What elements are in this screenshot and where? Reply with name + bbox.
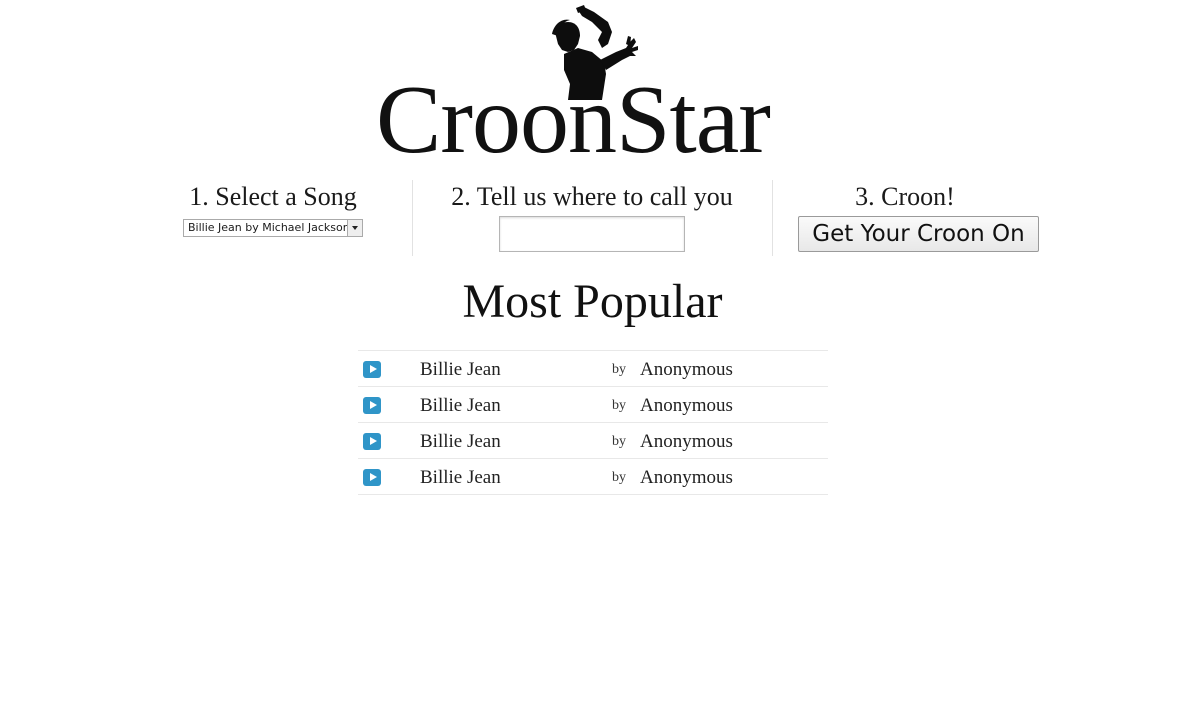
- chevron-down-icon[interactable]: [347, 220, 362, 236]
- get-your-croon-on-button[interactable]: Get Your Croon On: [798, 216, 1039, 252]
- step-divider: [772, 180, 773, 256]
- popular-song-row: Billie Jean by Anonymous: [358, 422, 828, 458]
- song-title[interactable]: Billie Jean: [420, 467, 501, 489]
- play-icon[interactable]: [363, 469, 381, 486]
- step-croon: 3. Croon! Get Your Croon On: [792, 178, 1039, 256]
- phone-input[interactable]: [499, 216, 685, 252]
- by-label: by: [612, 470, 626, 485]
- song-select[interactable]: Billie Jean by Michael Jackson: [183, 219, 363, 237]
- step-croon-title: 3. Croon!: [855, 182, 955, 211]
- most-popular-heading: Most Popular: [462, 275, 723, 328]
- song-artist: Anonymous: [640, 359, 733, 380]
- song-artist: Anonymous: [640, 431, 733, 452]
- popular-song-row: Billie Jean by Anonymous: [358, 458, 828, 495]
- site-header: CroonStar: [0, 0, 1185, 170]
- song-title[interactable]: Billie Jean: [420, 431, 501, 453]
- play-icon[interactable]: [363, 361, 381, 378]
- song-title[interactable]: Billie Jean: [420, 359, 501, 381]
- by-label: by: [612, 398, 626, 413]
- song-artist: Anonymous: [640, 467, 733, 488]
- play-icon[interactable]: [363, 433, 381, 450]
- popular-song-row: Billie Jean by Anonymous: [358, 386, 828, 422]
- step-divider: [412, 180, 413, 256]
- step-select-song-title: 1. Select a Song: [189, 182, 357, 211]
- step-phone: 2. Tell us where to call you: [436, 178, 748, 256]
- song-title[interactable]: Billie Jean: [420, 395, 501, 417]
- popular-song-row: Billie Jean by Anonymous: [358, 350, 828, 386]
- step-phone-title: 2. Tell us where to call you: [451, 182, 733, 211]
- steps-bar: 1. Select a Song Billie Jean by Michael …: [0, 178, 1185, 258]
- logo-wordmark: CroonStar: [376, 66, 771, 174]
- step-select-song: 1. Select a Song Billie Jean by Michael …: [160, 178, 386, 256]
- popular-song-list: Billie Jean by Anonymous Billie Jean by …: [358, 350, 828, 495]
- song-select-value: Billie Jean by Michael Jackson: [188, 221, 350, 234]
- play-icon[interactable]: [363, 397, 381, 414]
- song-artist: Anonymous: [640, 395, 733, 416]
- by-label: by: [612, 434, 626, 449]
- by-label: by: [612, 362, 626, 377]
